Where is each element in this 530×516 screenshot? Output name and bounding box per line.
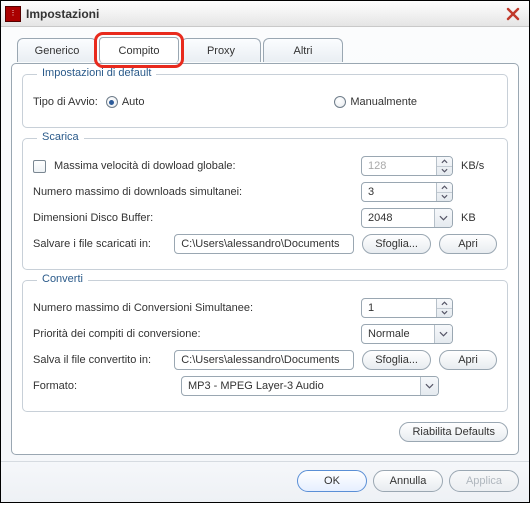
window-body: Generico Compito Proxy Altri Impostazion… [1,27,529,461]
convert-open-button[interactable]: Apri [439,350,497,370]
chevron-down-icon[interactable] [434,209,452,227]
dialog-footer: OK Annulla Applica [1,461,529,502]
window-title: Impostazioni [26,7,99,21]
max-conv-label: Numero massimo di Conversioni Simultanee… [33,302,253,314]
max-simul-label: Numero massimo di downloads simultanei: [33,186,242,198]
chevron-up-icon[interactable] [437,299,452,308]
max-conv-spinner[interactable] [436,299,452,317]
buffer-unit: KB [461,212,497,224]
close-icon [506,7,520,21]
tabpanel-task: Impostazioni di default Tipo di Avvio: A… [11,63,519,455]
download-save-path: C:\Users\alessandro\Documents [175,238,353,250]
format-combo[interactable]: MP3 - MPEG Layer-3 Audio [181,376,439,396]
format-label: Formato: [33,380,173,392]
max-speed-spinner[interactable] [436,157,452,175]
startup-type-label: Tipo di Avvio: [33,96,98,108]
chevron-down-icon[interactable] [420,377,438,395]
tab-task[interactable]: Compito [99,37,179,63]
max-speed-value: 128 [362,160,436,172]
max-simul-value: 3 [362,186,436,198]
startup-manual-radio[interactable]: Manualmente [334,96,417,108]
priority-combo[interactable]: Normale [361,324,453,344]
group-convert: Converti Numero massimo di Conversioni S… [22,280,508,412]
startup-manual-label: Manualmente [350,96,417,108]
tab-generic[interactable]: Generico [17,38,97,62]
download-save-label: Salvare i file scaricati in: [33,238,151,250]
cancel-button[interactable]: Annulla [373,470,443,492]
apply-button[interactable]: Applica [449,470,519,492]
chevron-up-icon[interactable] [437,157,452,166]
convert-save-path-field[interactable]: C:\Users\alessandro\Documents [174,350,354,370]
app-icon: ⋮ [5,6,21,22]
startup-auto-label: Auto [122,96,145,108]
group-download-legend: Scarica [37,131,84,143]
group-defaults: Impostazioni di default Tipo di Avvio: A… [22,74,508,128]
buffer-combo[interactable]: 2048 [361,208,453,228]
max-simul-spinner[interactable] [436,183,452,201]
group-defaults-legend: Impostazioni di default [37,67,156,79]
priority-value: Normale [362,328,434,340]
chevron-down-icon[interactable] [437,192,452,202]
chevron-down-icon[interactable] [437,166,452,176]
format-value: MP3 - MPEG Layer-3 Audio [182,380,420,392]
chevron-down-icon[interactable] [437,308,452,318]
chevron-down-icon[interactable] [434,325,452,343]
download-browse-button[interactable]: Sfoglia... [362,234,431,254]
download-save-path-field[interactable]: C:\Users\alessandro\Documents [174,234,354,254]
startup-auto-radio[interactable]: Auto [106,96,145,108]
download-open-button[interactable]: Apri [439,234,497,254]
tab-others[interactable]: Altri [263,38,343,62]
restore-defaults-button[interactable]: Riabilita Defaults [399,422,508,442]
close-button[interactable] [503,4,523,24]
buffer-value: 2048 [362,212,434,224]
convert-browse-button[interactable]: Sfoglia... [362,350,431,370]
convert-save-path: C:\Users\alessandro\Documents [175,354,353,366]
group-download: Scarica Massima velocità di dowload glob… [22,138,508,270]
tabs: Generico Compito Proxy Altri Impostazion… [11,37,519,455]
radio-dot-icon [106,96,118,108]
settings-window: ⋮ Impostazioni Generico Compito Proxy Al… [0,0,530,503]
priority-label: Priorità dei compiti di conversione: [33,328,201,340]
chevron-up-icon[interactable] [437,183,452,192]
max-speed-field[interactable]: 128 [361,156,453,176]
titlebar: ⋮ Impostazioni [1,1,529,27]
max-conv-field[interactable]: 1 [361,298,453,318]
buffer-label: Dimensioni Disco Buffer: [33,212,153,224]
max-speed-unit: KB/s [461,160,497,172]
max-speed-label: Massima velocità di dowload globale: [54,160,236,172]
radio-dot-icon [334,96,346,108]
convert-save-label: Salva il file convertito in: [33,354,151,366]
max-simul-field[interactable]: 3 [361,182,453,202]
ok-button[interactable]: OK [297,470,367,492]
max-speed-checkbox[interactable] [33,160,46,173]
max-conv-value: 1 [362,302,436,314]
group-convert-legend: Converti [37,273,88,285]
tab-proxy[interactable]: Proxy [181,38,261,62]
